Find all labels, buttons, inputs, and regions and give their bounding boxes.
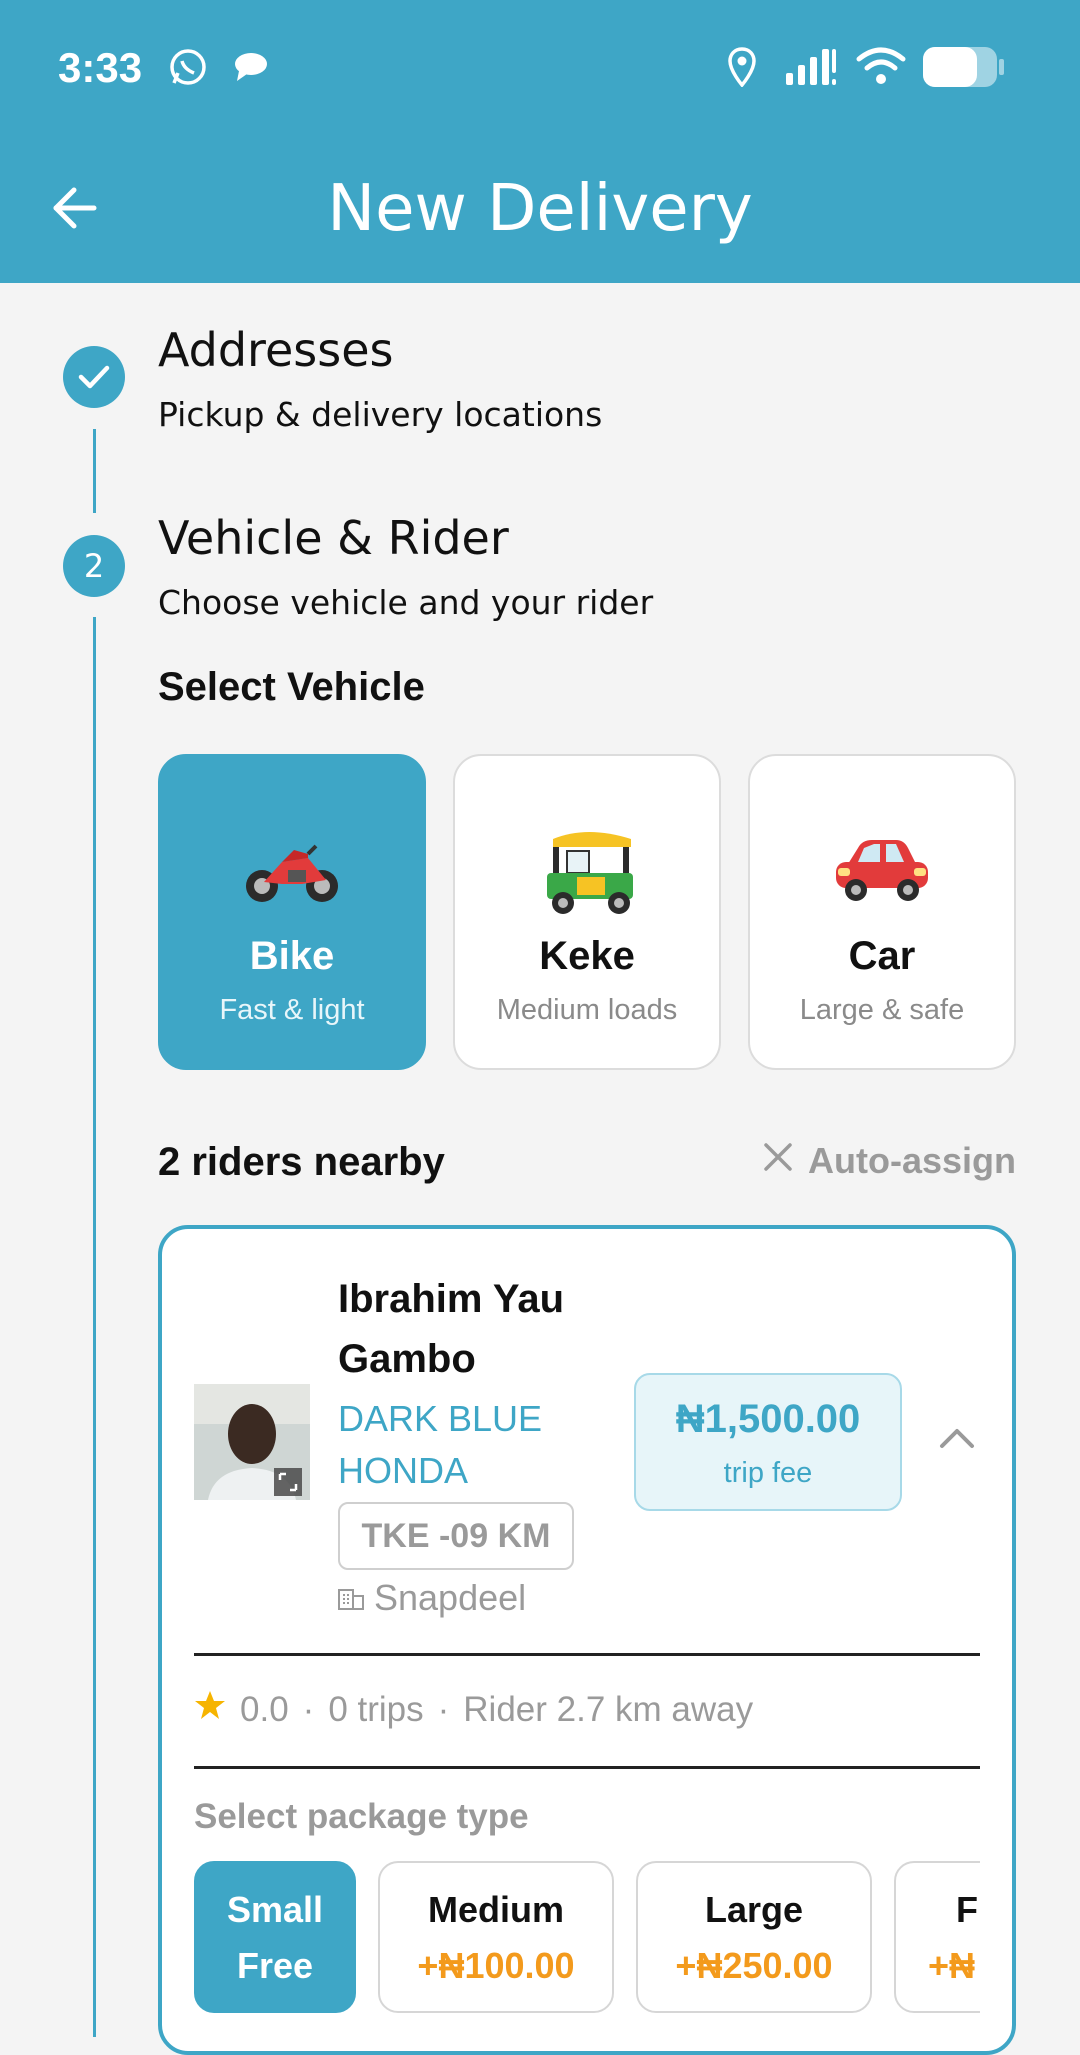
wifi-icon xyxy=(856,46,906,88)
auto-assign-button[interactable]: Auto-assign xyxy=(762,1140,1016,1182)
step-connector xyxy=(93,617,96,2037)
plate-number-badge: TKE -09 KM xyxy=(338,1502,574,1570)
vehicle-subtitle: Medium loads xyxy=(496,994,678,1026)
dot-separator: · xyxy=(437,1689,450,1729)
divider xyxy=(194,1766,980,1769)
rider-card[interactable]: Ibrahim Yau Gambo DARK BLUE HONDA TKE -0… xyxy=(158,1225,1016,2055)
package-option-medium[interactable]: Medium +₦100.00 xyxy=(378,1861,614,2013)
rider-stats: 0.0 · 0 trips · Rider 2.7 km away xyxy=(194,1689,753,1730)
step-2-subtitle: Choose vehicle and your rider xyxy=(158,583,654,622)
package-name: Small xyxy=(226,1889,324,1930)
vehicle-subtitle: Large & safe xyxy=(799,994,965,1026)
package-options: Small Free Medium +₦100.00 Large +₦250.0… xyxy=(194,1861,980,2017)
package-option-fragile[interactable]: Fr +₦ xyxy=(894,1861,980,2013)
package-price: +₦ xyxy=(928,1945,976,1986)
car-icon xyxy=(750,816,1014,926)
battery-icon xyxy=(922,46,1006,88)
auto-assign-label: Auto-assign xyxy=(807,1140,1016,1181)
step-connector xyxy=(93,429,96,513)
vehicle-subtitle: Fast & light xyxy=(219,994,365,1026)
trip-fee-amount: ₦1,500.00 xyxy=(675,1397,861,1441)
package-name: Fr xyxy=(956,1889,980,1930)
dot-separator: · xyxy=(302,1689,315,1729)
package-type-title: Select package type xyxy=(194,1797,529,1836)
rider-name: Ibrahim Yau Gambo xyxy=(338,1277,565,1381)
vehicle-card-bike[interactable]: Bike Fast & light xyxy=(158,754,426,1070)
app-header: 3:33 New Delivery xyxy=(0,0,1080,283)
package-option-small[interactable]: Small Free xyxy=(194,1861,356,2013)
signal-icon xyxy=(784,46,838,88)
divider xyxy=(194,1653,980,1656)
whatsapp-icon xyxy=(166,46,210,88)
motorcycle-icon xyxy=(160,816,424,926)
vehicle-name: Bike xyxy=(249,934,335,978)
chevron-up-icon[interactable] xyxy=(932,1413,982,1463)
rider-vehicle: DARK BLUE HONDA xyxy=(338,1398,543,1491)
vehicle-name: Car xyxy=(848,934,916,978)
auto-rickshaw-icon xyxy=(455,816,719,926)
rider-trips: 0 trips xyxy=(328,1689,424,1729)
step-1-complete-check-icon[interactable] xyxy=(63,346,125,408)
vehicle-card-car[interactable]: Car Large & safe xyxy=(748,754,1016,1070)
package-name: Large xyxy=(704,1889,804,1930)
star-icon xyxy=(194,1689,226,1730)
riders-nearby-label: 2 riders nearby xyxy=(158,1140,445,1184)
status-time: 3:33 xyxy=(58,44,143,91)
step-1-title[interactable]: Addresses xyxy=(158,323,393,377)
step-1-subtitle: Pickup & delivery locations xyxy=(158,395,603,434)
rider-company: Snapdeel xyxy=(338,1577,526,1619)
rider-distance: Rider 2.7 km away xyxy=(463,1689,754,1729)
package-name: Medium xyxy=(427,1889,564,1930)
location-icon xyxy=(724,46,760,88)
close-icon xyxy=(762,1140,794,1182)
package-option-large[interactable]: Large +₦250.00 xyxy=(636,1861,872,2013)
chat-icon xyxy=(228,46,272,88)
trip-fee-badge: ₦1,500.00 trip fee xyxy=(634,1373,902,1511)
step-2-title[interactable]: Vehicle & Rider xyxy=(158,511,509,565)
package-price: +₦250.00 xyxy=(675,1945,833,1986)
step-2-number[interactable]: 2 xyxy=(63,535,125,597)
vehicle-card-keke[interactable]: Keke Medium loads xyxy=(453,754,721,1070)
page-title: New Delivery xyxy=(327,172,753,246)
company-name: Snapdeel xyxy=(374,1577,527,1618)
rider-avatar[interactable] xyxy=(194,1384,310,1500)
rider-rating: 0.0 xyxy=(240,1689,289,1729)
select-vehicle-title: Select Vehicle xyxy=(158,665,425,709)
package-price: +₦100.00 xyxy=(417,1945,575,1986)
trip-fee-label: trip fee xyxy=(723,1457,813,1489)
package-price: Free xyxy=(236,1945,314,1986)
vehicle-name: Keke xyxy=(539,934,635,978)
building-icon xyxy=(338,1577,364,1619)
